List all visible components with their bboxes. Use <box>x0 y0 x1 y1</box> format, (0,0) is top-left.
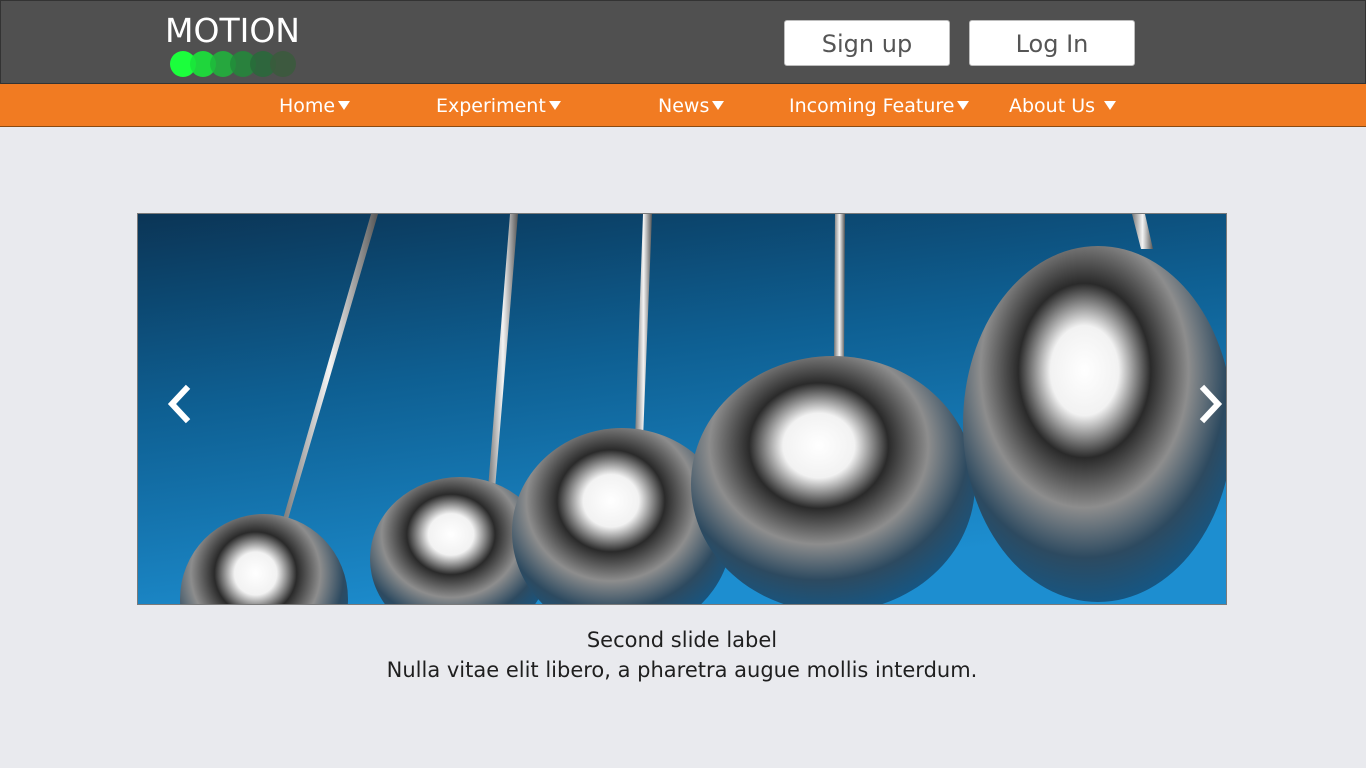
slide-text: Nulla vitae elit libero, a pharetra augu… <box>386 658 978 682</box>
nav-item-news[interactable]: News <box>658 84 725 127</box>
nav-item-experiment[interactable]: Experiment <box>436 84 561 127</box>
login-button[interactable]: Log In <box>969 20 1135 66</box>
nav-item-home[interactable]: Home <box>279 84 351 127</box>
nav-item-about-us[interactable]: About Us <box>1009 84 1117 127</box>
carousel-caption: Second slide label Nulla vitae elit libe… <box>137 625 1227 685</box>
site-header: MOTION Sign up Log In <box>0 0 1366 84</box>
image-carousel <box>137 213 1227 605</box>
carousel-slide-image <box>138 214 1226 604</box>
logo-text: MOTION <box>165 11 300 50</box>
nav-item-label: About Us <box>1009 95 1096 117</box>
chevron-right-icon <box>1199 384 1223 424</box>
logo-dots <box>170 51 300 77</box>
nav-item-label: News <box>658 95 710 117</box>
carousel-next-button[interactable] <box>1164 369 1224 439</box>
caret-down-icon <box>1104 101 1117 110</box>
caret-down-icon <box>957 101 970 110</box>
caret-down-icon <box>548 101 561 110</box>
caret-down-icon <box>712 101 725 110</box>
caret-down-icon <box>338 101 351 110</box>
nav-item-label: Experiment <box>436 95 546 117</box>
chevron-left-icon <box>167 384 191 424</box>
main-nav: Home Experiment News Incoming Feature Ab… <box>0 84 1366 127</box>
nav-item-label: Incoming Feature <box>789 95 955 117</box>
carousel-prev-button[interactable] <box>146 369 206 439</box>
slide-title: Second slide label <box>586 628 778 652</box>
logo-dot <box>270 51 296 77</box>
nav-item-incoming-feature[interactable]: Incoming Feature <box>789 84 970 127</box>
signup-button[interactable]: Sign up <box>784 20 950 66</box>
nav-item-label: Home <box>279 95 336 117</box>
site-logo[interactable]: MOTION <box>165 13 305 77</box>
